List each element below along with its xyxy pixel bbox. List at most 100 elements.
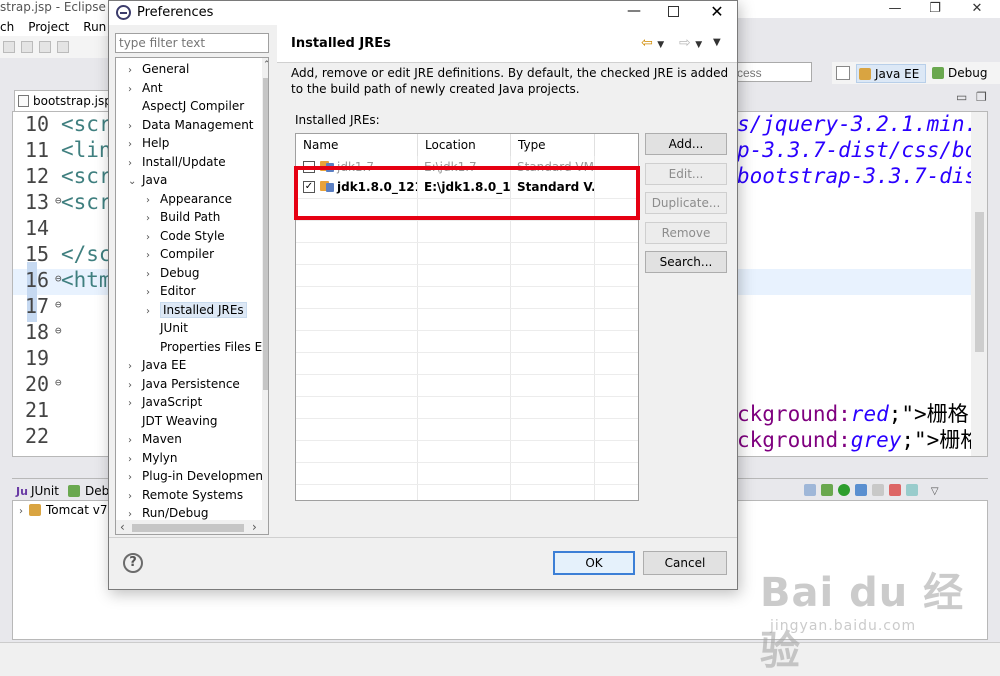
cancel-button[interactable]: Cancel bbox=[643, 551, 727, 575]
perspective-java-ee[interactable]: Java EE bbox=[856, 64, 927, 83]
step-icon[interactable] bbox=[57, 41, 69, 53]
server-tree-item[interactable]: › Tomcat v7 bbox=[19, 503, 108, 517]
expand-arrow-icon[interactable]: › bbox=[128, 81, 142, 99]
profile-icon[interactable] bbox=[855, 484, 867, 496]
tree-item-jdt-weaving[interactable]: JDT Weaving bbox=[128, 412, 217, 430]
fold-toggle-icon[interactable]: ⊖ bbox=[55, 376, 62, 389]
scroll-right-icon[interactable]: › bbox=[957, 456, 961, 457]
expand-arrow-icon[interactable]: › bbox=[128, 488, 142, 506]
perspective-debug[interactable]: Debug bbox=[930, 64, 987, 83]
tab-junit[interactable]: Ju JUnit bbox=[16, 482, 59, 500]
back-arrow-icon[interactable]: ⇦ ▼ bbox=[641, 35, 664, 51]
minimize-icon[interactable]: — bbox=[880, 0, 910, 18]
expand-arrow-icon[interactable]: › bbox=[128, 358, 142, 376]
filter-input[interactable] bbox=[115, 33, 269, 53]
minimize-view-icon[interactable]: ▭ bbox=[956, 90, 967, 104]
tree-item-maven[interactable]: › Maven bbox=[128, 430, 182, 448]
close-icon[interactable]: ✕ bbox=[705, 3, 729, 23]
remove-button[interactable]: Remove bbox=[645, 222, 727, 244]
search-button[interactable]: Search... bbox=[645, 251, 727, 273]
suspend-icon[interactable] bbox=[21, 41, 33, 53]
tree-item-javascript[interactable]: › JavaScript bbox=[128, 393, 202, 411]
debug-icon[interactable] bbox=[821, 484, 833, 496]
expand-arrow-icon[interactable]: › bbox=[128, 118, 142, 136]
tree-item-debug[interactable]: › Debug bbox=[146, 264, 199, 282]
column-header-name[interactable]: Name bbox=[296, 134, 418, 156]
expand-arrow-icon[interactable]: › bbox=[128, 395, 142, 413]
tree-item-junit[interactable]: JUnit bbox=[146, 319, 188, 337]
disconnect-icon[interactable] bbox=[872, 484, 884, 496]
tree-item-data-management[interactable]: › Data Management bbox=[128, 116, 254, 134]
tree-item-appearance[interactable]: › Appearance bbox=[146, 190, 232, 208]
view-menu-icon[interactable]: ▼ bbox=[713, 37, 721, 48]
tree-hscroll-thumb[interactable] bbox=[132, 524, 244, 532]
edit-button[interactable]: Edit... bbox=[645, 163, 727, 185]
expand-arrow-icon[interactable]: › bbox=[146, 284, 160, 302]
tree-item-installed-jres[interactable]: › Installed JREs bbox=[146, 301, 247, 319]
tree-item-mylyn[interactable]: › Mylyn bbox=[128, 449, 178, 467]
column-header-location[interactable]: Location bbox=[418, 134, 511, 156]
add-button[interactable]: Add... bbox=[645, 133, 727, 155]
scroll-left-icon[interactable]: ‹ bbox=[51, 456, 55, 457]
tree-item-install-update[interactable]: › Install/Update bbox=[128, 153, 226, 171]
expand-arrow-icon[interactable]: › bbox=[146, 266, 160, 284]
menu-project[interactable]: Project bbox=[28, 18, 69, 36]
stop-icon[interactable] bbox=[889, 484, 901, 496]
expand-arrow-icon[interactable]: › bbox=[146, 303, 160, 321]
tree-item-compiler[interactable]: › Compiler bbox=[146, 245, 214, 263]
tree-item-code-style[interactable]: › Code Style bbox=[146, 227, 225, 245]
editor-tab-bootstrap[interactable]: bootstrap.jsp bbox=[14, 90, 110, 112]
expand-arrow-icon[interactable]: › bbox=[128, 469, 142, 487]
tree-item-plug-in-development[interactable]: › Plug-in Development bbox=[128, 467, 268, 485]
fold-toggle-icon[interactable]: ⊖ bbox=[55, 298, 62, 311]
restore-icon[interactable]: ❐ bbox=[920, 0, 950, 18]
maximize-view-icon[interactable]: ❐ bbox=[976, 90, 987, 104]
terminate-icon[interactable] bbox=[39, 41, 51, 53]
expand-arrow-icon[interactable]: › bbox=[128, 451, 142, 469]
expand-arrow-icon[interactable]: › bbox=[146, 210, 160, 228]
expand-arrow-icon[interactable]: › bbox=[19, 506, 23, 517]
maximize-icon[interactable] bbox=[668, 6, 679, 17]
expand-arrow-icon[interactable]: › bbox=[128, 136, 142, 154]
tree-item-editor[interactable]: › Editor bbox=[146, 282, 196, 300]
tree-item-remote-systems[interactable]: › Remote Systems bbox=[128, 486, 243, 504]
tree-item-java-ee[interactable]: › Java EE bbox=[128, 356, 186, 374]
tree-item-help[interactable]: › Help bbox=[128, 134, 169, 152]
fold-toggle-icon[interactable]: ⊖ bbox=[55, 324, 62, 337]
view-menu-icon[interactable]: ▽ bbox=[931, 486, 939, 497]
expand-arrow-icon[interactable]: › bbox=[128, 62, 142, 80]
minimize-icon[interactable]: — bbox=[627, 3, 641, 19]
run-icon[interactable] bbox=[838, 484, 850, 496]
expand-arrow-icon[interactable]: › bbox=[128, 155, 142, 173]
menu-run[interactable]: Run bbox=[83, 18, 106, 36]
forward-arrow-icon[interactable]: ⇨ ▼ bbox=[679, 35, 702, 51]
scroll-left-icon[interactable]: ‹ bbox=[120, 520, 125, 534]
tree-item-aspectj-compiler[interactable]: AspectJ Compiler bbox=[128, 97, 244, 115]
expand-arrow-icon[interactable]: › bbox=[146, 247, 160, 265]
close-icon[interactable]: ✕ bbox=[962, 0, 992, 18]
tree-scroll-thumb[interactable] bbox=[263, 78, 268, 390]
menu-search[interactable]: ch bbox=[0, 18, 14, 36]
tree-item-general[interactable]: › General bbox=[128, 60, 189, 78]
expand-arrow-icon[interactable]: › bbox=[146, 192, 160, 210]
help-icon[interactable]: ? bbox=[123, 553, 143, 573]
expand-arrow-icon[interactable]: › bbox=[128, 377, 142, 395]
open-perspective-icon[interactable] bbox=[836, 66, 850, 80]
editor-scroll-thumb[interactable] bbox=[975, 212, 984, 352]
expand-arrow-icon[interactable]: › bbox=[128, 432, 142, 450]
resume-icon[interactable] bbox=[3, 41, 15, 53]
duplicate-button[interactable]: Duplicate... bbox=[645, 192, 727, 214]
collapse-icon[interactable] bbox=[804, 484, 816, 496]
column-header-type[interactable]: Type bbox=[511, 134, 595, 156]
expand-arrow-icon[interactable]: ⌄ bbox=[128, 173, 142, 191]
tree-item-properties-files-ed[interactable]: Properties Files Ed bbox=[146, 338, 268, 356]
publish-icon[interactable] bbox=[906, 484, 918, 496]
tree-item-build-path[interactable]: › Build Path bbox=[146, 208, 220, 226]
quick-access-input[interactable] bbox=[736, 62, 812, 82]
scroll-up-icon[interactable]: ⌃ bbox=[263, 60, 268, 70]
tree-item-ant[interactable]: › Ant bbox=[128, 79, 163, 97]
tree-item-java[interactable]: ⌄ Java bbox=[128, 171, 167, 189]
scroll-right-icon[interactable]: › bbox=[252, 520, 257, 534]
expand-arrow-icon[interactable]: › bbox=[146, 229, 160, 247]
ok-button[interactable]: OK bbox=[553, 551, 635, 575]
